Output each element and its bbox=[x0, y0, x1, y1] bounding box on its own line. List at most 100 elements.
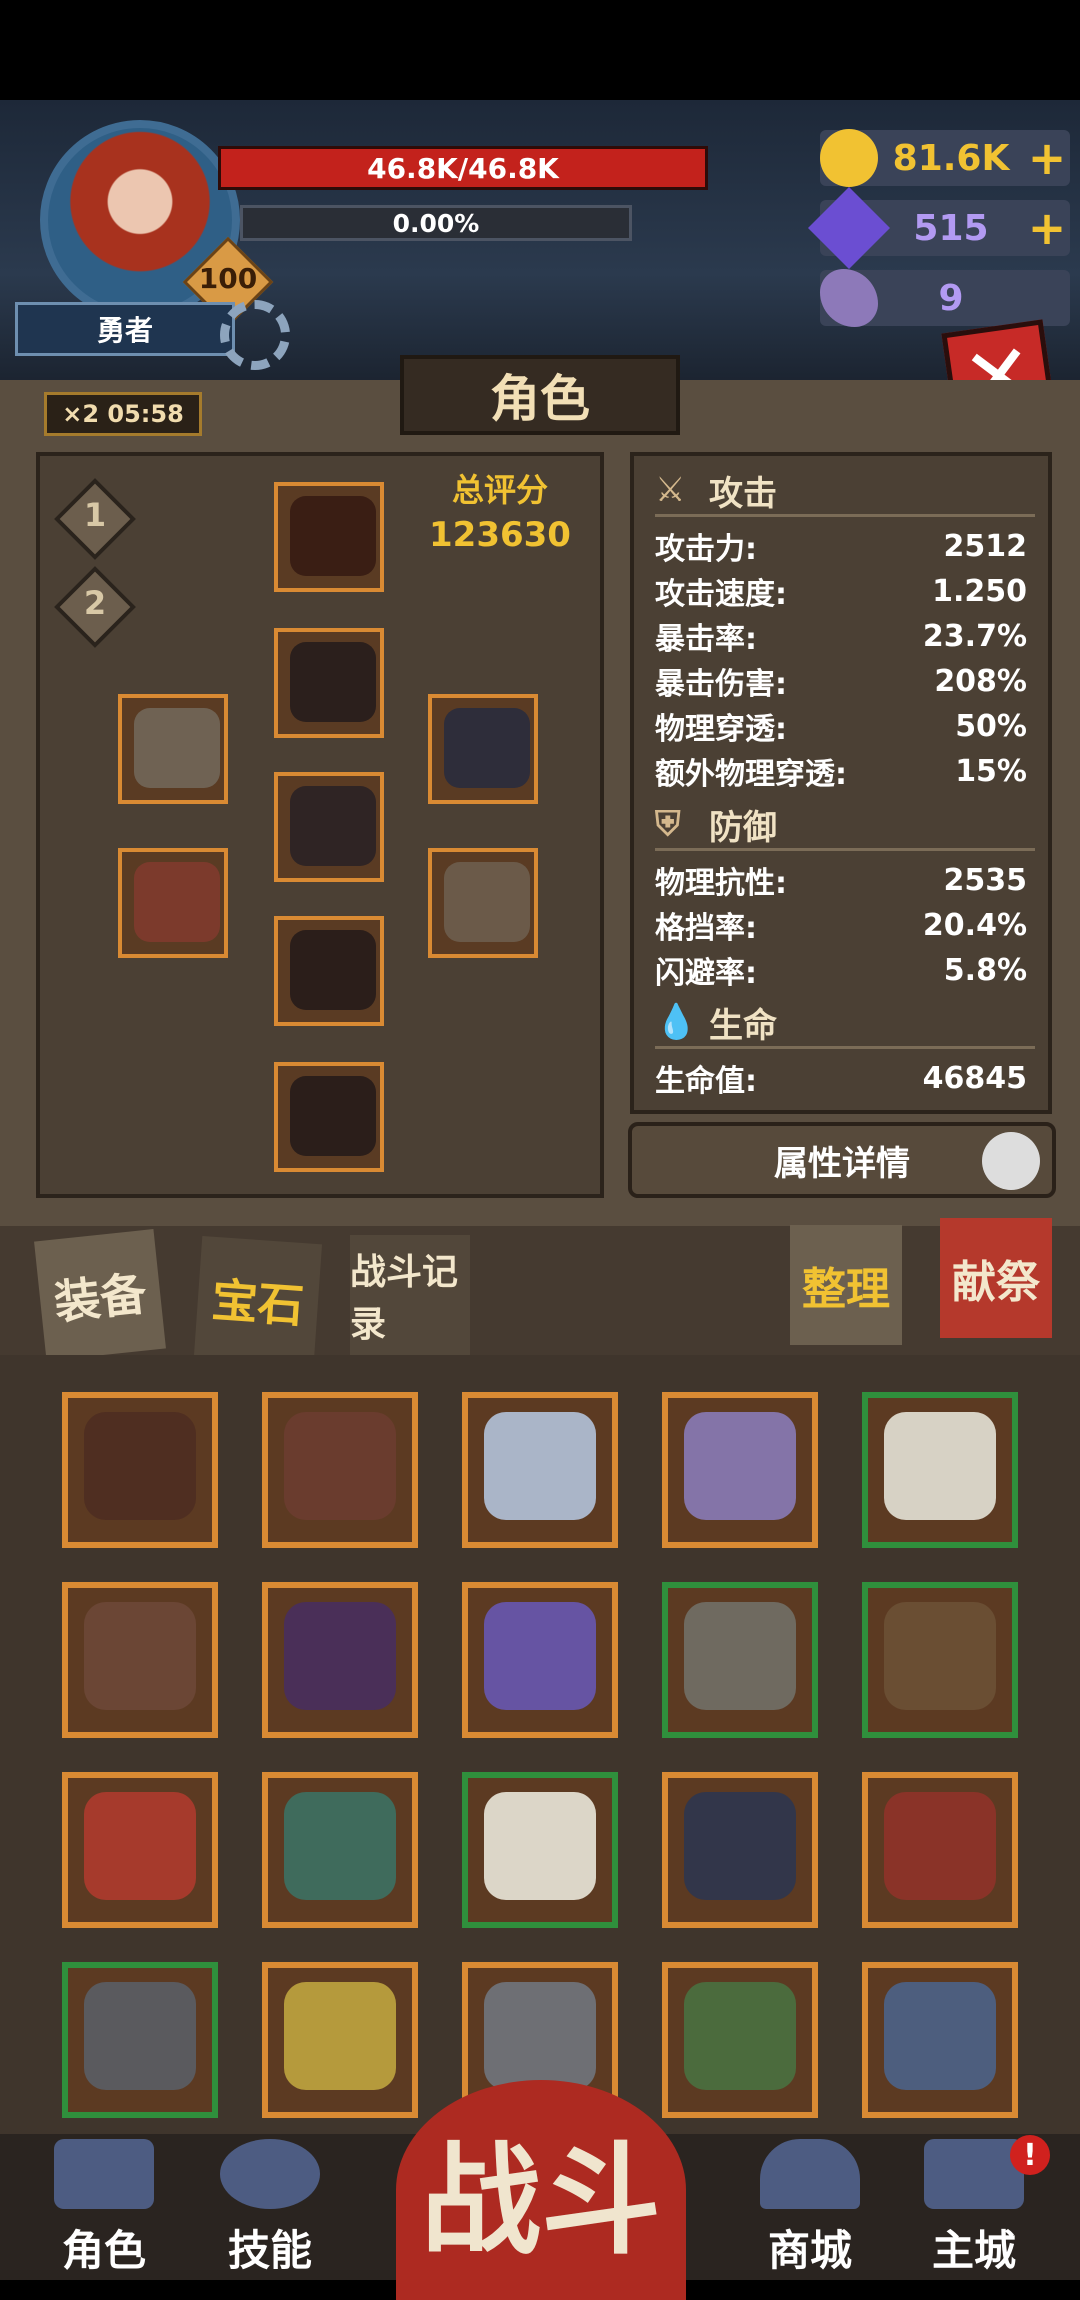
pants-slot[interactable] bbox=[274, 916, 384, 1026]
stat-row: 暴击率: 23.7% bbox=[655, 614, 1027, 658]
armor-slot[interactable] bbox=[274, 628, 384, 738]
xp-bar: 0.00% bbox=[240, 205, 632, 241]
loadout-1-label: 1 bbox=[83, 496, 107, 534]
purple-flame-belt-icon bbox=[284, 1602, 396, 1710]
score-value: 123630 bbox=[429, 515, 571, 555]
stat-label: 物理抗性: bbox=[655, 866, 787, 901]
crossed-swords-icon: ⚔ bbox=[655, 470, 686, 510]
stat-value: 2535 bbox=[943, 862, 1028, 898]
organize-button[interactable]: 整理 bbox=[790, 1225, 902, 1345]
dark-boots-icon bbox=[684, 1792, 796, 1900]
inventory-slot[interactable] bbox=[62, 1962, 218, 2118]
inventory-slot[interactable] bbox=[262, 1962, 418, 2118]
hp-text: 46.8K/46.8K bbox=[367, 151, 559, 185]
attack-header: ⚔ 攻击 bbox=[655, 466, 1035, 517]
stat-row: 攻击力: 2512 bbox=[655, 524, 1027, 568]
gear-icon[interactable] bbox=[220, 300, 290, 370]
defense-header: ⛨ 防御 bbox=[655, 800, 1035, 851]
gold-bracelet-icon bbox=[284, 1982, 396, 2090]
inventory-slot[interactable] bbox=[62, 1582, 218, 1738]
notification-badge: ! bbox=[1010, 2135, 1050, 2175]
amulet-slot[interactable] bbox=[428, 694, 538, 804]
mace-icon bbox=[134, 862, 220, 942]
stat-row: 攻击速度: 1.250 bbox=[655, 569, 1027, 613]
stat-value: 50% bbox=[955, 708, 1027, 744]
blood-drop-icon: 💧 bbox=[655, 1002, 698, 1042]
offhand-slot[interactable] bbox=[428, 848, 538, 958]
nav-role[interactable]: 角色 bbox=[34, 2138, 174, 2278]
stat-row: 生命值: 46845 bbox=[655, 1056, 1027, 1100]
fight-button[interactable]: 战斗 bbox=[396, 2080, 686, 2300]
bracelet-slot[interactable] bbox=[118, 694, 228, 804]
stat-row: 物理穿透: 50% bbox=[655, 704, 1027, 748]
stat-value: 20.4% bbox=[922, 907, 1027, 943]
inventory-slot[interactable] bbox=[862, 1582, 1018, 1738]
weapon-slot[interactable] bbox=[118, 848, 228, 958]
helmet-icon bbox=[290, 496, 376, 576]
inventory-slot[interactable] bbox=[262, 1582, 418, 1738]
page-title: 角色 bbox=[400, 355, 680, 435]
nav-city-label: 主城 bbox=[931, 2226, 1016, 2275]
tab-equip[interactable]: 装备 bbox=[34, 1229, 166, 1361]
boots-icon bbox=[290, 1076, 376, 1156]
fur-belt-icon bbox=[884, 1602, 996, 1710]
inventory-slot[interactable] bbox=[62, 1772, 218, 1928]
inventory-slot[interactable] bbox=[862, 1962, 1018, 2118]
stat-label: 格挡率: bbox=[655, 911, 757, 946]
boots-slot[interactable] bbox=[274, 1062, 384, 1172]
castle-nav-icon bbox=[924, 2139, 1024, 2209]
inventory-slot[interactable] bbox=[462, 1772, 618, 1928]
double-reward-timer[interactable]: ×2 05:58 bbox=[44, 392, 202, 436]
stat-label: 额外物理穿透: bbox=[655, 757, 847, 792]
purple-sash-icon bbox=[484, 1602, 596, 1710]
winged-armor-icon bbox=[484, 1412, 596, 1520]
magnifier-icon bbox=[982, 1132, 1040, 1190]
sheriff-coat-icon bbox=[884, 1982, 996, 2090]
add-gold-button[interactable]: + bbox=[1024, 131, 1070, 185]
loadout-2-label: 2 bbox=[83, 584, 107, 622]
inventory-slot[interactable] bbox=[662, 1582, 818, 1738]
bandage-pants-icon bbox=[484, 1792, 596, 1900]
flower-necklace-icon bbox=[684, 1982, 796, 2090]
tab-battle-record[interactable]: 战斗记录 bbox=[350, 1235, 470, 1355]
sacrifice-button[interactable]: 献祭 bbox=[940, 1218, 1052, 1338]
score-label: 总评分 bbox=[451, 471, 548, 509]
claw-weapon-icon bbox=[484, 1982, 596, 2090]
belt-slot[interactable] bbox=[274, 772, 384, 882]
inventory-slot[interactable] bbox=[662, 1962, 818, 2118]
stat-row: 格挡率: 20.4% bbox=[655, 903, 1027, 947]
attack-header-label: 攻击 bbox=[709, 473, 777, 514]
gold-coin-icon bbox=[820, 129, 878, 187]
stat-row: 物理抗性: 2535 bbox=[655, 858, 1027, 902]
inventory-slot[interactable] bbox=[662, 1772, 818, 1928]
nav-shop-label: 商城 bbox=[767, 2226, 852, 2275]
stat-value: 5.8% bbox=[943, 952, 1027, 988]
stat-label: 物理穿透: bbox=[655, 712, 787, 747]
bandage-armor-icon bbox=[884, 1412, 996, 1520]
add-gem-button[interactable]: + bbox=[1024, 201, 1070, 255]
armor-icon bbox=[290, 642, 376, 722]
horn-value: 9 bbox=[938, 277, 964, 319]
stat-label: 暴击率: bbox=[655, 622, 757, 657]
tab-gem[interactable]: 宝石 bbox=[193, 1235, 323, 1365]
nav-skill[interactable]: 技能 bbox=[200, 2138, 340, 2278]
inventory-slot[interactable] bbox=[662, 1392, 818, 1548]
stat-value: 208% bbox=[934, 663, 1027, 699]
inventory-slot[interactable] bbox=[262, 1392, 418, 1548]
inventory-slot[interactable] bbox=[862, 1392, 1018, 1548]
inventory-slot[interactable] bbox=[462, 1392, 618, 1548]
steel-boots-icon bbox=[84, 1982, 196, 2090]
attribute-details-button[interactable]: 属性详情 bbox=[628, 1122, 1056, 1198]
helmet-slot[interactable] bbox=[274, 482, 384, 592]
life-header-label: 生命 bbox=[709, 1005, 777, 1046]
inventory-slot[interactable] bbox=[262, 1772, 418, 1928]
inventory-slot[interactable] bbox=[862, 1772, 1018, 1928]
stat-row: 额外物理穿透: 15% bbox=[655, 749, 1027, 793]
staff-icon bbox=[284, 1412, 396, 1520]
nav-role-label: 角色 bbox=[61, 2226, 146, 2275]
inventory-slot[interactable] bbox=[62, 1392, 218, 1548]
nav-shop[interactable]: 商城 bbox=[740, 2138, 880, 2278]
inventory-slot[interactable] bbox=[462, 1582, 618, 1738]
rose-spear-icon bbox=[84, 1412, 196, 1520]
ice-belt-icon bbox=[84, 1602, 196, 1710]
